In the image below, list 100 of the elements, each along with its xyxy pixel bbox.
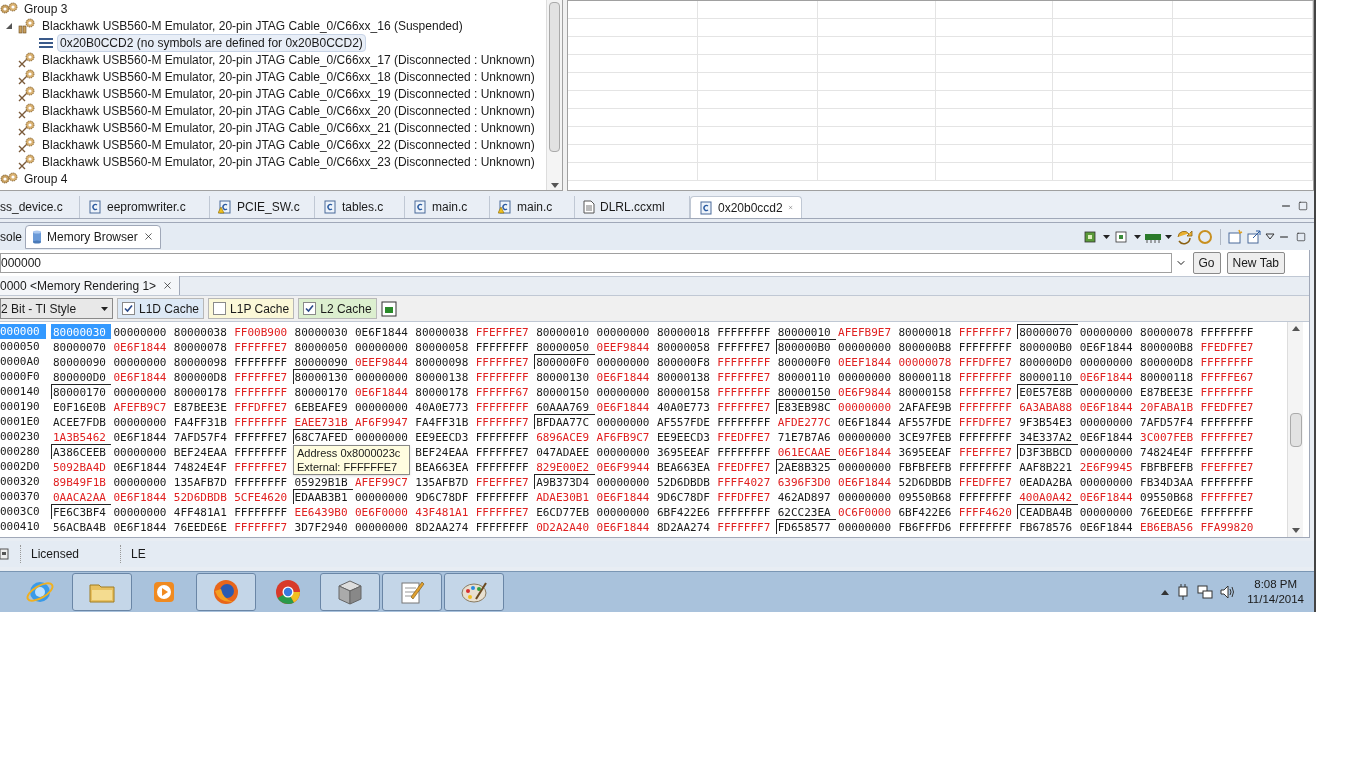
memory-word[interactable]: 0E6F1844 xyxy=(111,429,172,444)
memory-word[interactable]: AFDE277C xyxy=(775,414,837,429)
memory-word[interactable]: 5092BA4D xyxy=(51,459,112,474)
memory-word[interactable]: FFEDFFE7 xyxy=(1198,339,1259,354)
scroll-thumb[interactable] xyxy=(549,2,560,152)
memory-word[interactable]: 34E337A2 xyxy=(1017,429,1078,444)
memory-word[interactable]: FFFDFFE7 xyxy=(715,489,776,504)
clock-time[interactable]: 8:08 PM xyxy=(1254,577,1298,592)
memory-word[interactable]: FFFFFFFF xyxy=(956,519,1018,534)
memory-word[interactable]: 80000010 xyxy=(534,324,595,339)
memory-word[interactable]: 0C6F0000 xyxy=(836,504,897,519)
memory-word[interactable]: 0EEF9844 xyxy=(352,354,414,369)
memory-word[interactable]: 0E6F1844 xyxy=(836,474,897,489)
memory-word[interactable]: 3695EEAF xyxy=(896,444,957,459)
memory-word[interactable]: FFEDFFE7 xyxy=(715,429,776,444)
memory-word[interactable]: 0E6F1844 xyxy=(1077,489,1139,504)
memory-word[interactable]: 74824E4F xyxy=(1138,444,1199,459)
memory-word[interactable]: 80000070 xyxy=(51,339,112,354)
memory-word[interactable]: FFFFFFFF xyxy=(232,414,293,429)
memory-word[interactable]: 80000130 xyxy=(534,369,595,384)
memory-word[interactable]: 8D2AA274 xyxy=(413,519,474,534)
memory-word[interactable]: AF557FDE xyxy=(896,414,957,429)
scroll-down-arrow-icon[interactable] xyxy=(550,183,559,188)
memory-word[interactable]: FFFFFFFF xyxy=(715,504,776,519)
network-icon[interactable] xyxy=(1197,584,1214,600)
memory-word[interactable]: FFEFFFE7 xyxy=(473,324,535,339)
memory-word[interactable]: FFFFFFFF xyxy=(1198,384,1259,399)
memory-word[interactable]: 71E7B7A6 xyxy=(775,429,837,444)
memory-word[interactable]: 00000000 xyxy=(111,414,172,429)
editor-tab[interactable]: ss_device.c xyxy=(0,196,80,218)
memory-word[interactable]: FFFFFFFF xyxy=(473,399,535,414)
memory-word[interactable]: FE6C3BF4 xyxy=(51,504,112,519)
memory-word[interactable]: 9D6C78DF xyxy=(413,489,474,504)
memory-word[interactable]: AFEFB9C7 xyxy=(111,399,172,414)
memory-word[interactable]: 80000010 xyxy=(775,324,837,339)
memory-word[interactable]: FFFFFFFF xyxy=(473,519,535,534)
memory-word[interactable]: FFFFFFFF xyxy=(715,414,776,429)
memory-word[interactable]: 0E6F1844 xyxy=(1077,369,1139,384)
memory-word[interactable]: 60AAA769 xyxy=(534,399,595,414)
memory-word[interactable]: FFFFFE67 xyxy=(1198,369,1259,384)
memory-word[interactable]: ADAE30B1 xyxy=(534,489,595,504)
memory-word[interactable]: FFFFFFFF xyxy=(956,339,1018,354)
memory-word[interactable]: D3F3BBCD xyxy=(1017,444,1078,459)
memory-word[interactable]: FA4FF31B xyxy=(171,414,233,429)
editor-tab[interactable]: main.c xyxy=(490,196,575,218)
memory-word[interactable]: 52D6DBDB xyxy=(654,474,716,489)
tree-item[interactable]: Group 4 xyxy=(21,169,71,188)
memory-word[interactable]: 00000000 xyxy=(111,384,172,399)
memory-word[interactable]: 00000000 xyxy=(594,474,655,489)
memory-word[interactable]: 0EADA2BA xyxy=(1017,474,1078,489)
memory-word[interactable]: 00000000 xyxy=(836,489,897,504)
memory-word[interactable]: 0EEF9844 xyxy=(594,339,655,354)
taskbar-app[interactable] xyxy=(320,573,380,611)
memory-word[interactable]: 80000130 xyxy=(292,369,353,384)
editor-tab[interactable]: 0x20b0ccd2 xyxy=(690,196,802,218)
memory-word[interactable]: FFEDFFE7 xyxy=(715,459,776,474)
memory-word[interactable]: 00000000 xyxy=(594,504,655,519)
memory-word[interactable]: 80000110 xyxy=(775,369,837,384)
memory-word[interactable]: 2AE8B325 xyxy=(775,459,837,474)
memory-word[interactable]: 0E6F1844 xyxy=(1077,429,1139,444)
memory-word[interactable]: FFEDFFE7 xyxy=(1198,399,1259,414)
memory-word[interactable]: 00000000 xyxy=(594,414,655,429)
memory-word[interactable]: 52D6DBDB xyxy=(896,474,957,489)
memory-word[interactable]: AF6FB9C7 xyxy=(594,429,655,444)
memory-word[interactable]: 00000000 xyxy=(836,339,897,354)
memory-word[interactable]: 7AFD57F4 xyxy=(1138,414,1199,429)
memory-word[interactable]: FFEFFFE7 xyxy=(956,444,1018,459)
memory-word[interactable]: FFFFFFF7 xyxy=(956,324,1018,339)
memory-word[interactable]: 3CE97FEB xyxy=(896,429,957,444)
memory-word[interactable]: 80000038 xyxy=(171,324,233,339)
editor-tab[interactable]: PCIE_SW.c xyxy=(210,196,315,218)
memory-word[interactable]: FFFF4620 xyxy=(956,504,1018,519)
memory-word[interactable]: 00000000 xyxy=(836,399,897,414)
memory-word[interactable]: 0E6F1844 xyxy=(111,519,172,534)
memory-word[interactable]: FFFFFFFF xyxy=(1198,474,1259,489)
memory-word[interactable]: FFFFFFFF xyxy=(715,354,776,369)
memory-word[interactable]: FFFDFFE7 xyxy=(232,399,293,414)
memory-word[interactable]: 135AFB7D xyxy=(171,474,233,489)
memory-word[interactable]: E87BEE3E xyxy=(171,399,233,414)
memory-word[interactable]: 9D6C78DF xyxy=(654,489,716,504)
tree-item[interactable]: Blackhawk USB560-M Emulator, 20-pin JTAG Cable_0/C66xx_21 (Disconnected : Unknown) xyxy=(39,118,538,137)
memory-word[interactable]: 0E6F1844 xyxy=(836,444,897,459)
editor-tab[interactable]: eepromwriter.c xyxy=(80,196,210,218)
memory-word[interactable]: 6396F3D0 xyxy=(775,474,837,489)
memory-word[interactable]: 80000170 xyxy=(51,384,112,399)
memory-word[interactable]: 76EEDE6E xyxy=(1138,504,1199,519)
memory-word[interactable]: 43F481A1 xyxy=(413,504,474,519)
memory-word[interactable]: 5CFE4620 xyxy=(232,489,293,504)
tree-item[interactable]: Blackhawk USB560-M Emulator, 20-pin JTAG Cable_0/C66xx_20 (Disconnected : Unknown) xyxy=(39,101,538,120)
memory-word[interactable]: FFFFFFE7 xyxy=(715,369,776,384)
clock-date[interactable]: 11/14/2014 xyxy=(1247,592,1304,607)
memory-word[interactable]: 80000078 xyxy=(1138,324,1199,339)
memory-word[interactable]: FFFFFFE7 xyxy=(956,384,1018,399)
memory-word[interactable]: FFFFFFE7 xyxy=(715,339,776,354)
view-menu-icon[interactable] xyxy=(1265,232,1275,241)
memory-word[interactable]: 52D6DBDB xyxy=(171,489,233,504)
cache-toggle[interactable]: L1D Cache xyxy=(117,298,205,319)
memory-word[interactable]: FFFFFFFF xyxy=(473,369,535,384)
memory-word[interactable]: 0E6F1844 xyxy=(594,519,655,534)
memory-word[interactable]: 6EBEAFE9 xyxy=(292,399,353,414)
